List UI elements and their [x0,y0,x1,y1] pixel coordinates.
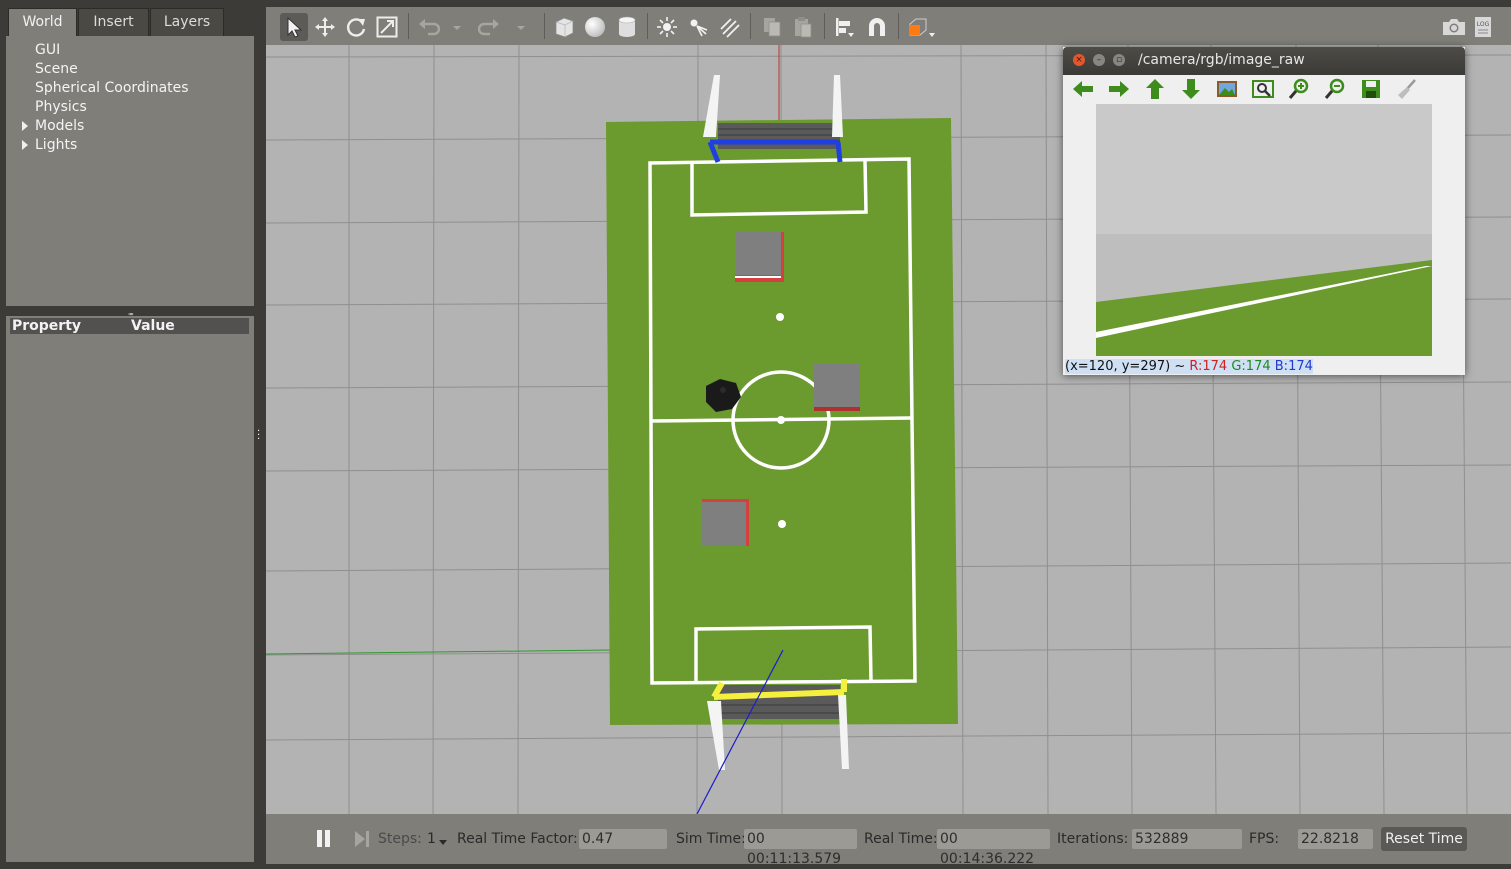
sphere-shape-icon[interactable] [584,16,606,38]
tab-world[interactable]: World [8,8,77,37]
steps-value[interactable]: 1 [427,831,436,847]
maximize-icon[interactable]: ▫ [1113,54,1125,66]
align-icon[interactable] [834,16,856,38]
rtf-value: 0.47 [579,829,667,849]
undo-dropdown-icon[interactable] [452,16,462,38]
rotate-icon[interactable] [345,16,367,38]
step-icon[interactable] [353,830,373,848]
point-light-icon[interactable] [656,16,678,38]
status-bar: Steps: 1 Real Time Factor: 0.47 Sim Time… [266,814,1511,867]
zoom-out-icon[interactable] [1323,78,1347,100]
box-shape-icon[interactable] [553,16,575,38]
real-time-value: 00 00:14:36.222 [937,829,1050,867]
property-panel: Property Value [6,316,254,862]
down-arrow-icon[interactable] [1179,78,1203,100]
pause-icon-bar [325,830,330,847]
tree-item-physics[interactable]: Physics [35,99,87,115]
obstacle-box [814,364,860,411]
pixel-coords: (x=120, y=297) ~ [1065,359,1186,374]
obstacle-box [735,232,784,282]
pixel-blue-value: B:174 [1274,359,1313,374]
expand-arrow-icon[interactable] [22,121,28,131]
back-arrow-icon[interactable] [1071,78,1095,100]
value-column-header: Value [131,318,175,334]
penalty-spot-top [776,313,784,321]
sim-time-label: Sim Time: [676,831,746,847]
zoom-in-icon[interactable] [1287,78,1311,100]
toolbar-separator [408,13,409,39]
cylinder-shape-icon[interactable] [616,16,638,38]
window-title: /camera/rgb/image_raw [1138,52,1305,68]
toolbar-separator [824,13,825,39]
sim-time-value: 00 00:11:13.579 [744,829,857,867]
view-angle-icon[interactable] [906,16,936,38]
snap-icon[interactable] [866,16,888,38]
real-time-label: Real Time: [864,831,938,847]
left-panel: World Insert Layers GUI Scene Spherical … [0,0,262,864]
iterations-value: 532889 [1132,829,1242,849]
tree-item-spherical-coordinates[interactable]: Spherical Coordinates [35,80,189,96]
fps-label: FPS: [1249,831,1280,847]
pixel-green-value: G:174 [1231,359,1271,374]
center-spot [777,416,785,424]
reset-time-button[interactable]: Reset Time [1381,827,1467,851]
redo-icon[interactable] [477,16,500,38]
tab-insert[interactable]: Insert [78,8,149,36]
steps-label: Steps: [378,831,422,847]
close-icon[interactable]: × [1073,54,1085,66]
translate-icon[interactable] [314,16,336,38]
tree-item-gui[interactable]: GUI [35,42,60,58]
redo-dropdown-icon[interactable] [516,16,526,38]
pixel-info-status: (x=120, y=297) ~ R:174 G:174 B:174 [1065,359,1463,374]
minimize-icon[interactable]: – [1093,54,1105,66]
toolbar-separator [898,13,899,39]
tab-layers[interactable]: Layers [150,8,224,36]
copy-icon[interactable] [761,16,783,38]
pixel-red-value: R:174 [1189,359,1228,374]
scale-icon[interactable] [376,16,398,38]
camera-image[interactable] [1096,104,1432,356]
tree-item-scene[interactable]: Scene [35,61,78,77]
paste-icon[interactable] [792,16,814,38]
image-icon[interactable] [1215,78,1239,100]
robot-sensor [720,387,726,393]
image-view-window[interactable]: × – ▫ /camera/rgb/image_raw (x=120, y=29… [1063,47,1465,375]
forward-arrow-icon[interactable] [1107,78,1131,100]
toolbar: LOG [266,7,1511,45]
property-header: Property Value [10,318,249,334]
pause-icon[interactable] [317,830,322,847]
select-arrow-icon[interactable] [280,13,308,41]
steps-dropdown-icon[interactable] [439,840,447,845]
window-titlebar[interactable]: × – ▫ /camera/rgb/image_raw [1063,47,1465,75]
world-tree: GUI Scene Spherical Coordinates Physics … [6,36,254,306]
zoom-fit-icon[interactable] [1251,78,1275,100]
toolbar-separator [544,13,545,39]
tree-item-models[interactable]: Models [35,118,84,134]
toolbar-separator [647,13,648,39]
obstacle-box [702,499,749,546]
rtf-label: Real Time Factor: [457,831,578,847]
clear-brush-icon[interactable] [1395,78,1419,100]
directional-light-icon[interactable] [718,16,740,38]
expand-arrow-icon[interactable] [22,140,28,150]
spot-light-icon[interactable] [687,16,709,38]
tree-item-lights[interactable]: Lights [35,137,77,153]
undo-icon[interactable] [418,16,441,38]
image-toolbar [1063,75,1465,103]
up-arrow-icon[interactable] [1143,78,1167,100]
svg-text:LOG: LOG [1477,21,1490,28]
property-column-header: Property [12,318,82,334]
penalty-spot-bottom [778,520,786,528]
goal-top [703,75,843,163]
screenshot-icon[interactable] [1441,16,1467,38]
save-icon[interactable] [1359,78,1383,100]
toolbar-separator [750,13,751,39]
panel-collapse-handle[interactable]: · · · [257,427,261,445]
fps-value: 22.8218 [1298,829,1373,849]
log-icon[interactable]: LOG [1473,16,1493,38]
iterations-label: Iterations: [1057,831,1129,847]
